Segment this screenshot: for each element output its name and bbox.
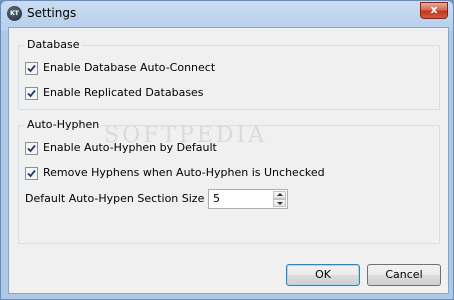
auto-hyphen-group-legend: Auto-Hyphen <box>25 118 102 131</box>
check-icon <box>27 144 36 153</box>
close-button[interactable]: x <box>420 2 448 19</box>
cancel-button[interactable]: Cancel <box>367 264 441 286</box>
remove-hyphens-checkbox[interactable] <box>25 167 38 180</box>
window-title: Settings <box>27 6 77 20</box>
check-icon <box>27 169 36 178</box>
section-size-stepper[interactable]: 5 <box>208 189 288 209</box>
check-icon <box>27 64 36 73</box>
database-group-legend: Database <box>25 38 82 51</box>
remove-hyphens-label: Remove Hyphens when Auto-Hyphen is Unche… <box>43 166 325 179</box>
auto-hyphen-label: Enable Auto-Hyphen by Default <box>43 141 217 154</box>
database-group: Database Enable Database Auto-Connect En… <box>18 38 440 110</box>
section-size-value[interactable]: 5 <box>213 192 220 205</box>
replicated-checkbox[interactable] <box>25 87 38 100</box>
auto-connect-checkbox[interactable] <box>25 62 38 75</box>
auto-connect-label: Enable Database Auto-Connect <box>43 61 216 74</box>
close-icon: x <box>430 3 438 16</box>
spin-up-arrow-icon[interactable] <box>273 191 286 199</box>
settings-window: KT Settings x SOFTPEDIA Database Enable … <box>0 0 454 300</box>
replicated-label: Enable Replicated Databases <box>43 86 204 99</box>
spin-down-arrow-icon[interactable] <box>273 199 286 207</box>
section-size-label: Default Auto-Hypen Section Size <box>25 192 205 205</box>
app-icon: KT <box>7 6 22 21</box>
title-bar[interactable]: KT Settings x <box>1 1 453 26</box>
check-icon <box>27 89 36 98</box>
auto-hyphen-checkbox[interactable] <box>25 142 38 155</box>
ok-button[interactable]: OK <box>286 264 360 286</box>
auto-hyphen-group: Auto-Hyphen Enable Auto-Hyphen by Defaul… <box>18 118 440 244</box>
dialog-body: SOFTPEDIA Database Enable Database Auto-… <box>8 27 449 294</box>
